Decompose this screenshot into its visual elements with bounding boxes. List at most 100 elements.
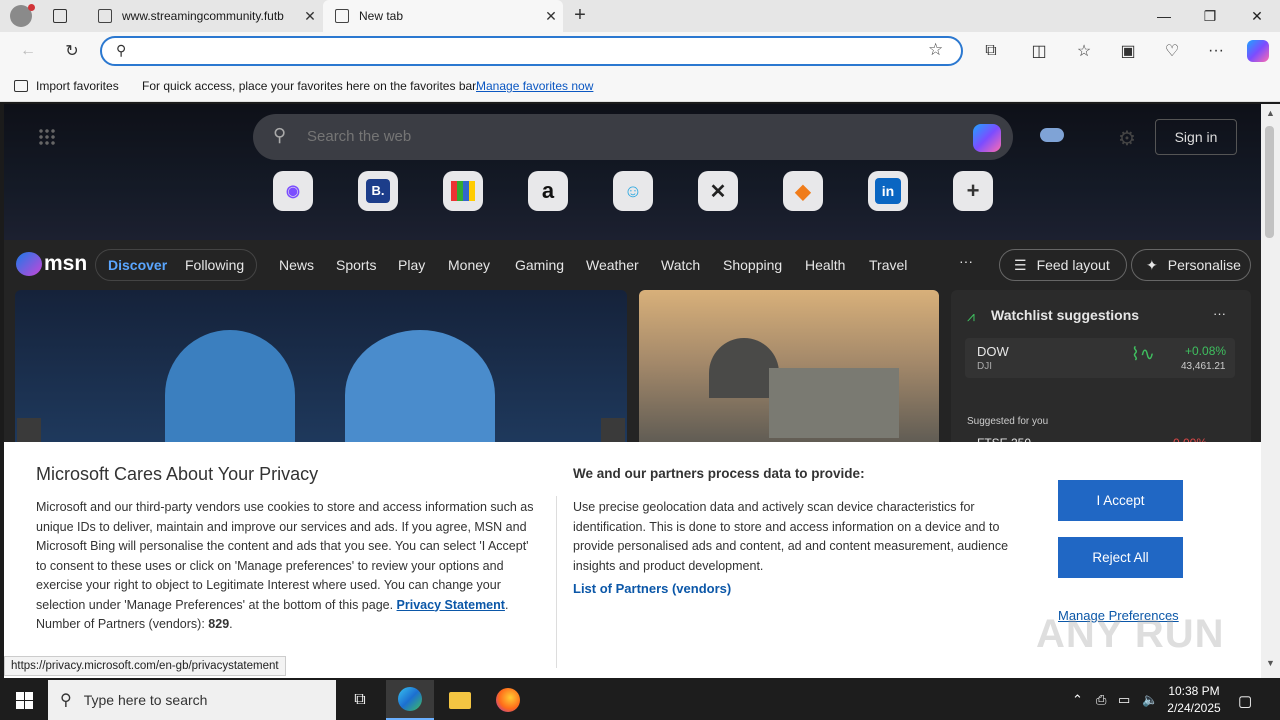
nav-travel[interactable]: Travel [869, 257, 907, 273]
favorites-icon[interactable]: ☆ [1070, 37, 1098, 65]
tab-new-tab[interactable]: New tab ✕ [323, 0, 563, 32]
notification-dot-icon [28, 4, 35, 11]
page-icon [98, 9, 112, 23]
quick-link-offers-icon[interactable]: ◆ [783, 171, 823, 211]
quick-link-shopping-icon[interactable] [443, 171, 483, 211]
tab-streamingcommunity[interactable]: www.streamingcommunity.futb ✕ [86, 0, 322, 32]
privacy-body-text: Microsoft and our third-party vendors us… [36, 500, 534, 612]
tray-chevron-icon[interactable]: ⌃ [1072, 692, 1083, 708]
back-icon[interactable]: ← [14, 37, 42, 65]
quick-link-amazon-icon[interactable]: a [528, 171, 568, 211]
sliders-icon: ☰ [1014, 256, 1027, 273]
quick-link-copilot-icon[interactable]: ◉ [273, 171, 313, 211]
data-processing-title: We and our partners process data to prov… [573, 466, 865, 481]
import-favorites-button[interactable]: Import favorites [14, 79, 119, 93]
quick-link-travel-icon[interactable]: ☺ [613, 171, 653, 211]
file-explorer-icon[interactable] [436, 680, 484, 720]
address-bar[interactable]: ⚲ ☆ [100, 36, 963, 66]
minimize-button[interactable]: — [1141, 0, 1187, 32]
news-card-plant[interactable] [639, 290, 939, 450]
list-of-partners-link[interactable]: List of Partners (vendors) [573, 581, 731, 596]
close-tab-icon[interactable]: ✕ [539, 8, 563, 25]
performance-icon[interactable]: ♡ [1158, 37, 1186, 65]
nav-health[interactable]: Health [805, 257, 845, 273]
search-icon: ⚲ [116, 42, 127, 58]
quick-link-linkedin-icon[interactable]: in [868, 171, 908, 211]
close-tab-icon[interactable]: ✕ [298, 8, 322, 25]
refresh-icon[interactable]: ↻ [58, 37, 86, 65]
windows-logo-icon [15, 691, 33, 709]
task-view-icon[interactable]: ⧉ [336, 680, 384, 720]
nav-weather[interactable]: Weather [586, 257, 639, 273]
manage-favorites-link[interactable]: Manage favorites now [476, 79, 593, 93]
personalise-button[interactable]: ✦ Personalise [1131, 249, 1251, 281]
nav-watch[interactable]: Watch [661, 257, 700, 273]
stock-change: +0.08% [1185, 344, 1227, 358]
stock-row[interactable]: DOW DJI ⌇∿ +0.08% 43,461.21 [965, 338, 1235, 378]
extensions-icon[interactable]: ⧉ [977, 37, 1005, 65]
sparkle-icon: ✦ [1146, 256, 1158, 273]
apps-grid-icon[interactable] [38, 128, 56, 146]
sparkline-icon: ⌇∿ [1131, 344, 1155, 364]
notifications-icon[interactable]: ▢ [1238, 692, 1252, 710]
clock[interactable]: 10:38 PM 2/24/2025 [1166, 683, 1222, 717]
restore-button[interactable]: ❐ [1187, 0, 1233, 32]
sign-in-button[interactable]: Sign in [1155, 119, 1237, 155]
msn-search-box[interactable]: ⚲ [253, 114, 1013, 160]
nav-money[interactable]: Money [448, 257, 490, 273]
weather-icon[interactable] [1040, 128, 1064, 142]
stock-value: 43,461.21 [1181, 361, 1226, 372]
copilot-icon[interactable] [1244, 37, 1272, 65]
tab-following[interactable]: Following [185, 257, 244, 273]
quick-link-games-icon[interactable]: ✕ [698, 171, 738, 211]
network-device-icon[interactable]: ⎙ [1096, 692, 1106, 708]
network-icon[interactable]: ▭ [1118, 692, 1130, 708]
split-screen-icon[interactable]: ◫ [1025, 37, 1053, 65]
personalise-label: Personalise [1167, 257, 1241, 273]
nav-shopping[interactable]: Shopping [723, 257, 782, 273]
firefox-icon[interactable] [484, 680, 532, 720]
new-tab-button[interactable]: + [568, 4, 592, 28]
tab-actions-icon[interactable] [53, 9, 67, 23]
vertical-scrollbar[interactable]: ▲ ▼ [1261, 104, 1280, 678]
feed-layout-label: Feed layout [1036, 257, 1110, 273]
start-button[interactable] [0, 680, 48, 720]
partners-count-label: Number of Partners (vendors): [36, 617, 209, 631]
scroll-up-icon[interactable]: ▲ [1266, 108, 1275, 118]
scroll-down-icon[interactable]: ▼ [1266, 658, 1275, 668]
privacy-statement-link[interactable]: Privacy Statement [397, 598, 505, 612]
accept-button[interactable]: I Accept [1058, 480, 1183, 521]
taskbar-search[interactable]: ⚲ Type here to search [48, 680, 336, 720]
edge-taskbar-icon[interactable] [386, 680, 434, 720]
navigation-bar: ← ↻ ⚲ ☆ ⧉ ◫ ☆ ▣ ♡ ··· [0, 32, 1280, 70]
nav-more-icon[interactable]: ··· [959, 253, 973, 269]
news-card-cricket[interactable] [15, 290, 627, 450]
add-quick-link-icon[interactable]: + [953, 171, 993, 211]
msn-logo[interactable]: msn [44, 252, 87, 276]
nav-sports[interactable]: Sports [336, 257, 376, 273]
nav-play[interactable]: Play [398, 257, 425, 273]
import-favorites-label: Import favorites [36, 79, 119, 93]
scrollbar-thumb[interactable] [1265, 126, 1274, 238]
taskbar: ⚲ Type here to search ⧉ ⌃ ⎙ ▭ 🔈 10:38 PM… [0, 680, 1280, 720]
feed-layout-button[interactable]: ☰ Feed layout [999, 249, 1127, 281]
settings-more-icon[interactable]: ··· [1202, 37, 1230, 65]
search-icon: ⚲ [273, 125, 287, 145]
watchlist-more-icon[interactable]: ··· [1213, 306, 1226, 321]
settings-gear-icon[interactable]: ⚙ [1118, 126, 1136, 151]
favorite-star-icon[interactable]: ☆ [928, 40, 943, 60]
reject-all-button[interactable]: Reject All [1058, 537, 1183, 578]
nav-gaming[interactable]: Gaming [515, 257, 564, 273]
status-bar-url: https://privacy.microsoft.com/en-gb/priv… [4, 656, 286, 676]
msn-logo-icon [16, 252, 42, 276]
copilot-icon[interactable] [973, 124, 1001, 152]
tab-discover[interactable]: Discover [108, 257, 167, 273]
close-window-button[interactable]: ✕ [1234, 0, 1280, 32]
quick-link-booking-icon[interactable]: B. [358, 171, 398, 211]
nav-news[interactable]: News [279, 257, 314, 273]
volume-icon[interactable]: 🔈 [1142, 692, 1158, 708]
msn-search-input[interactable] [307, 128, 947, 145]
collections-icon[interactable]: ▣ [1114, 37, 1142, 65]
trend-icon: ⩘ [967, 308, 975, 324]
address-input[interactable] [138, 42, 918, 60]
